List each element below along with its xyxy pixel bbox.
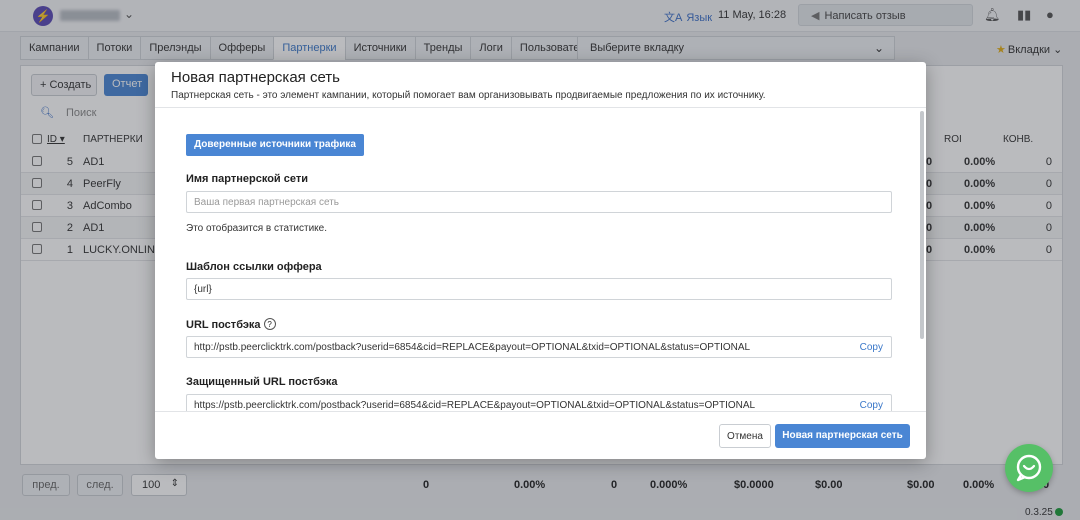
network-name-label: Имя партнерской сети bbox=[186, 173, 308, 185]
offer-template-input[interactable]: {url} bbox=[186, 278, 892, 300]
postback-url-field[interactable]: http://pstb.peerclicktrk.com/postback?us… bbox=[186, 336, 892, 358]
copy-secure-postback-button[interactable]: Copy bbox=[853, 400, 883, 411]
network-name-hint: Это отобразится в статистике. bbox=[186, 223, 327, 234]
modal-subtitle: Партнерская сеть - это элемент кампании,… bbox=[171, 90, 766, 101]
create-network-button[interactable]: Новая партнерская сеть bbox=[775, 424, 910, 448]
modal-scrollbar[interactable] bbox=[920, 111, 924, 339]
cancel-button[interactable]: Отмена bbox=[719, 424, 771, 448]
modal-footer: Отмена Новая партнерская сеть bbox=[155, 411, 926, 459]
trusted-sources-button[interactable]: Доверенные источники трафика bbox=[186, 134, 364, 156]
secure-postback-url-field[interactable]: https://pstb.peerclicktrk.com/postback?u… bbox=[186, 394, 892, 411]
help-icon[interactable]: ? bbox=[263, 318, 276, 330]
network-name-input[interactable]: Ваша первая партнерская сеть bbox=[186, 191, 892, 213]
chat-bubble-icon bbox=[1016, 454, 1042, 482]
modal-title: Новая партнерская сеть bbox=[171, 69, 340, 86]
offer-template-label: Шаблон ссылки оффера bbox=[186, 261, 322, 273]
new-affiliate-network-modal: Новая партнерская сеть Партнерская сеть … bbox=[155, 62, 926, 459]
postback-url-label: URL постбэка? bbox=[186, 318, 276, 331]
chat-widget-button[interactable] bbox=[1005, 444, 1053, 492]
modal-header: Новая партнерская сеть Партнерская сеть … bbox=[155, 62, 926, 108]
modal-body: Доверенные источники трафика Имя партнер… bbox=[155, 109, 926, 411]
secure-postback-url-label: Защищенный URL постбэка bbox=[186, 376, 338, 388]
copy-postback-button[interactable]: Copy bbox=[853, 342, 883, 353]
